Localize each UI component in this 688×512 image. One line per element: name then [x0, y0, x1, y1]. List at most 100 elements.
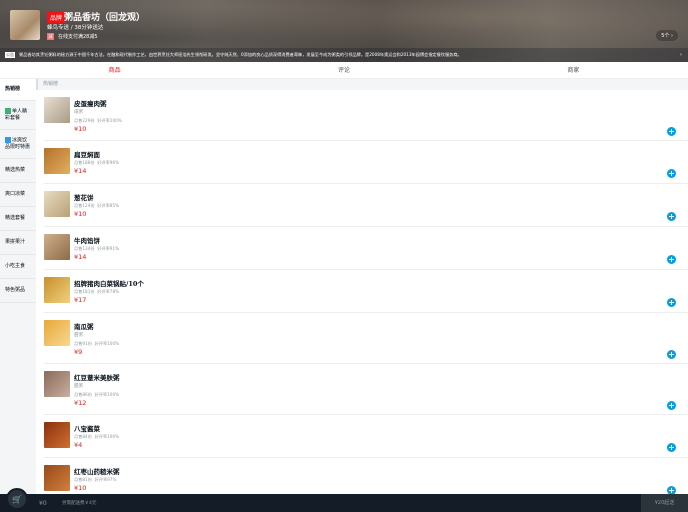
sidebar-item-label: 特色粥品: [5, 287, 26, 293]
food-item[interactable]: 红豆薏米美肤粥 甜粥 月售86份 好评率100% ¥12 +: [44, 364, 688, 415]
food-sell-count: 月售91份: [74, 341, 92, 346]
sidebar-item-label: 热销榜: [5, 86, 21, 92]
food-stats: 月售134份 好评率91%: [74, 246, 119, 252]
chevron-right-icon: ›: [680, 52, 682, 58]
food-item[interactable]: 牛肉馅饼 月售134份 好评率91% ¥14 +: [44, 227, 688, 270]
special-icon: [5, 136, 11, 143]
food-rating: 好评率85%: [97, 203, 120, 208]
category-title: 热销榜: [36, 79, 688, 90]
food-item[interactable]: 南瓜粥 甜粥 月售91份 好评率100% ¥9 +: [44, 313, 688, 364]
food-item[interactable]: 扁豆焖面 月售188份 好评率96% ¥14 +: [44, 141, 688, 184]
food-sell-count: 月售188份: [74, 160, 95, 165]
food-price: ¥10: [74, 210, 87, 218]
add-to-cart-icon[interactable]: +: [667, 255, 676, 264]
food-sell-count: 月售84份: [74, 434, 92, 439]
food-name: 扁豆焖面: [74, 151, 100, 159]
cart-button[interactable]: 🛒: [6, 488, 28, 510]
bulletin-bar[interactable]: 公告 粥品香坊其烹饪粥料的秘方源于中国千年古法，在融和现代制作工艺，由世界烹饪大…: [0, 48, 688, 62]
sidebar-item[interactable]: 单人精彩套餐: [0, 101, 36, 130]
food-description: 甜粥: [74, 384, 83, 389]
food-sell-count: 月售86份: [74, 392, 92, 397]
sidebar-item[interactable]: 果拼果汁: [0, 231, 36, 255]
food-sell-count: 月售134份: [74, 246, 95, 251]
sidebar-item-label: 爽口凉菜: [5, 191, 26, 197]
food-item[interactable]: 招牌猪肉白菜锅贴/10个 月售181份 好评率78% ¥17 +: [44, 270, 688, 313]
tab-seller[interactable]: 商家: [459, 62, 688, 78]
food-description: 咸粥: [74, 110, 83, 115]
shopcart-bar: 🛒 ¥0 另需配送费￥4元 ¥20起送: [0, 488, 688, 512]
food-price: ¥10: [74, 484, 87, 492]
food-image: [44, 465, 70, 491]
food-price: ¥10: [74, 125, 87, 133]
add-to-cart-icon[interactable]: +: [667, 443, 676, 452]
tab-bar: 商品 评论 商家: [0, 62, 688, 79]
food-name: 招牌猪肉白菜锅贴/10个: [74, 280, 144, 288]
food-description: 甜粥: [74, 333, 83, 338]
food-rating: 好评率100%: [94, 392, 120, 397]
food-name: 红枣山药糙米粥: [74, 468, 120, 476]
sidebar-item[interactable]: 热销榜: [0, 79, 36, 101]
food-item[interactable]: 葱花饼 月售124份 好评率85% ¥10 +: [44, 184, 688, 227]
add-to-cart-icon[interactable]: +: [667, 401, 676, 410]
food-rating: 好评率100%: [94, 434, 120, 439]
food-sell-count: 月售81份: [74, 477, 92, 482]
food-name: 牛肉馅饼: [74, 237, 100, 245]
checkout-button[interactable]: ¥20起送: [641, 494, 688, 512]
support-count-button[interactable]: 5个 ›: [656, 30, 678, 41]
add-to-cart-icon[interactable]: +: [667, 298, 676, 307]
add-to-cart-icon[interactable]: +: [667, 127, 676, 136]
tab-ratings[interactable]: 评论: [229, 62, 458, 78]
support-info: 减 在线支付满28减5: [47, 33, 98, 40]
sidebar-item-label: 精选热菜: [5, 167, 26, 173]
discount-icon: [5, 107, 11, 114]
tab-goods[interactable]: 商品: [0, 62, 229, 78]
food-image: [44, 371, 70, 397]
food-image: [44, 277, 70, 303]
food-name: 红豆薏米美肤粥: [74, 374, 120, 382]
food-stats: 月售86份 好评率100%: [74, 392, 119, 398]
food-image: [44, 97, 70, 123]
sidebar-item[interactable]: 精选热菜: [0, 159, 36, 183]
sidebar-item[interactable]: 爽口凉菜: [0, 183, 36, 207]
food-price: ¥12: [74, 399, 87, 407]
food-list: 热销榜 皮蛋瘦肉粥 咸粥 月售229份 好评率100% ¥10 + 扁豆焖面 月…: [36, 79, 688, 494]
sidebar-item-label: 小吃主食: [5, 263, 26, 269]
food-stats: 月售229份 好评率100%: [74, 118, 122, 124]
category-sidebar: 热销榜单人精彩套餐 冰爽饮品限时特惠精选热菜爽口凉菜精选套餐果拼果汁小吃主食特色粥…: [0, 79, 36, 494]
food-sell-count: 月售124份: [74, 203, 95, 208]
sidebar-item-label: 精选套餐: [5, 215, 26, 221]
cart-total: ¥0: [39, 499, 47, 507]
add-to-cart-icon[interactable]: +: [667, 212, 676, 221]
delivery-info: 蜂鸟专送 / 38分钟送达: [47, 25, 104, 31]
food-sell-count: 月售229份: [74, 118, 95, 123]
food-image: [44, 148, 70, 174]
food-price: ¥14: [74, 167, 87, 175]
add-to-cart-icon[interactable]: +: [667, 169, 676, 178]
add-to-cart-icon[interactable]: +: [667, 486, 676, 494]
add-to-cart-icon[interactable]: +: [667, 350, 676, 359]
support-text: 在线支付满28减5: [58, 34, 98, 40]
delivery-fee: 另需配送费￥4元: [62, 501, 97, 506]
food-price: ¥4: [74, 441, 83, 449]
discount-icon: 减: [47, 33, 54, 40]
sidebar-item[interactable]: 精选套餐: [0, 207, 36, 231]
brand-badge: 品牌: [47, 12, 66, 23]
food-item[interactable]: 皮蛋瘦肉粥 咸粥 月售229份 好评率100% ¥10 +: [44, 90, 688, 141]
food-stats: 月售188份 好评率96%: [74, 160, 119, 166]
food-item[interactable]: 红枣山药糙米粥 月售81份 好评率97% ¥10 +: [44, 458, 688, 494]
food-price: ¥17: [74, 296, 87, 304]
sidebar-item[interactable]: 小吃主食: [0, 255, 36, 279]
food-item[interactable]: 八宝酱菜 月售84份 好评率100% ¥4 +: [44, 415, 688, 458]
food-name: 皮蛋瘦肉粥: [74, 100, 107, 108]
food-rating: 好评率100%: [97, 118, 122, 123]
food-name: 南瓜粥: [74, 323, 94, 331]
food-sell-count: 月售181份: [74, 289, 95, 294]
sidebar-item[interactable]: 冰爽饮品限时特惠: [0, 130, 36, 159]
food-rating: 好评率91%: [97, 246, 120, 251]
food-image: [44, 191, 70, 217]
sidebar-item-label: 果拼果汁: [5, 239, 26, 245]
food-rating: 好评率100%: [94, 341, 120, 346]
food-price: ¥14: [74, 253, 87, 261]
sidebar-item[interactable]: 特色粥品: [0, 279, 36, 303]
food-name: 八宝酱菜: [74, 425, 100, 433]
